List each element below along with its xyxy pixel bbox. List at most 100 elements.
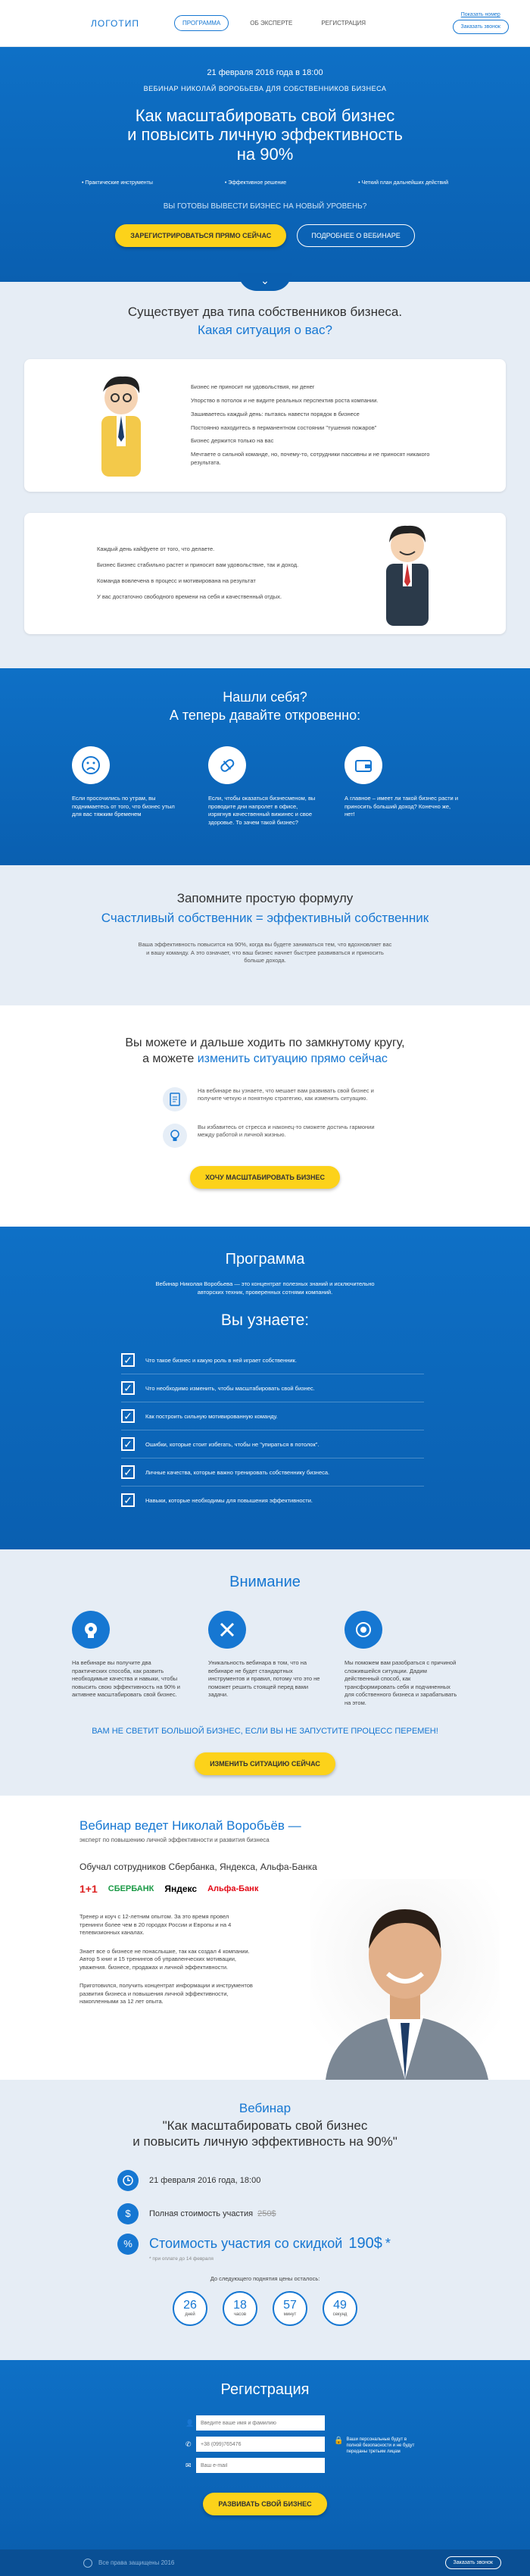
attention-warning: ВАМ НЕ СВЕТИТ БОЛЬШОЙ БИЗНЕС, ЕСЛИ ВЫ НЕ… [92,1727,438,1736]
program-item: ✓ Навыки, которые необходимы для повышени… [121,1487,424,1514]
expert-paragraph: Приготовился, получить концентрат информ… [80,1982,253,2005]
webinar-details-button[interactable]: ПОДРОБНЕЕ О ВЕБИНАРЕ [297,224,415,247]
findyourself-text: Если, чтобы оказаться бизнесменом, вы пр… [208,795,316,826]
dollar-icon: $ [117,2202,139,2224]
findyourself-text: А главное – имеет ли такой бизнес расти … [344,795,459,818]
change-situation-button[interactable]: ИЗМЕНИТЬ СИТУАЦИЮ СЕЙЧАС [195,1752,335,1775]
sad-face-icon [72,746,110,784]
expert-title: Вебинар ведет Николай Воробьёв — [80,1818,301,1833]
webinar-date: 21 февраля 2016 года, 18:00 [149,2175,261,2185]
program-item: ✓ Личные качества, которые важно трениров… [121,1458,424,1487]
show-number-link[interactable]: Показать номер [461,12,500,17]
types-subtitle: Какая ситуация о вас? [198,323,332,337]
email-input[interactable] [196,2458,325,2473]
happy-man-illustration [369,517,445,630]
attention-cta-wrap: ИЗМЕНИТЬ СИТУАЦИЮ СЕЙЧАС [0,1752,530,1775]
logo-1plus1: 1+1 [80,1883,98,1895]
footer-copyright: Все права защищены 2016 [98,2559,175,2566]
nav-registration[interactable]: РЕГИСТРАЦИЯ [313,16,373,30]
attention-item: На вебинаре вы получите два практических… [72,1611,186,1707]
circle-item-text: На вебинаре вы узнаете, что мешает вам р… [198,1086,374,1102]
circle-item: На вебинаре вы узнаете, что мешает вам р… [163,1086,375,1111]
hero-buttons: ЗАРЕГИСТРИРОВАТЬСЯ ПРЯМО СЕЙЧАС ПОДРОБНЕ… [0,224,530,247]
circle-item-text: Вы избавитесь от стресса и наконец-то см… [198,1123,375,1139]
phone-input[interactable] [196,2437,325,2452]
header: ЛОГОТИП ПРОГРАММА ОБ ЭКСПЕРТЕ РЕГИСТРАЦИ… [0,0,530,47]
expert-photo [310,1879,500,2080]
countdown-hours: 18 часов [223,2290,257,2326]
stressed-man-illustration [85,369,161,483]
footer: Все права защищены 2016 Заказать звонок [0,2549,530,2576]
program-item: ✓ Ошибки, которые стоит избегать, чтобы н… [121,1430,424,1458]
logo[interactable]: ЛОГОТИП [91,18,167,29]
program-header: Программа Вебинар Николая Воробьева — эт… [0,1251,530,1330]
hero-title-line2: и повысить личную эффективность [127,125,403,145]
privacy-note-wrap: 🔒 Ваши персональные будут в полной безоп… [334,2437,417,2473]
hero-feature: • Эффективное решение [224,180,287,186]
circle-title-line1: Вы можете и дальше ходить по замкнутому … [125,1036,405,1049]
program-section: Программа Вебинар Николая Воробьева — эт… [0,1227,530,1549]
checkbox-icon: ✓ [121,1353,135,1367]
formula-section: Запомните простую формулу Счастливый соб… [0,865,530,1005]
attention-item: Мы поможем вам разобраться с причиной сл… [344,1611,458,1707]
attention-text: Уникальность вебинара в том, что на веби… [208,1659,320,1698]
full-price: 250$ [257,2209,276,2218]
list-item: Команда вовлечена в процесс и мотивирова… [97,577,256,584]
list-item: Постоянно находитесь в перманентном сост… [191,424,377,431]
circle-title-line2: а можете изменить ситуацию прямо сейчас [142,1052,388,1065]
findyourself-item: Если просочились по утрам, вы поднимаете… [72,746,186,827]
bad-owner-list: Бизнес не приносит ни удовольствия, ни д… [191,383,441,467]
scale-business-button[interactable]: ХОЧУ МАСШТАБИРОВАТЬ БИЗНЕС [190,1165,340,1189]
list-item: У вас достаточно свободного времени на с… [97,592,282,600]
list-item: Упорство в потолок и не видите реальных … [191,396,379,404]
callback-button[interactable]: Заказать звонок [452,20,509,34]
bad-owner-card: Бизнес не приносит ни удовольствия, ни д… [24,359,506,492]
expert-paragraph: Знает все о бизнесе не понаслышке, так к… [80,1947,250,1971]
name-input[interactable] [196,2415,325,2431]
findyourself-subtitle: А теперь давайте откровенно: [169,708,361,723]
list-item: Бизнес держится только на вас [191,437,274,445]
nav-program[interactable]: ПРОГРАММА [174,15,229,31]
discount-price: 190$ [348,2235,382,2252]
webinar-title-line1: "Как масштабировать свой бизнес [162,2118,368,2133]
discount-price-row: % Стоимость участия со скидкой 190$ * [117,2233,435,2255]
countdown-label: До следующего поднятия цены осталось: [210,2274,320,2282]
nav-expert[interactable]: ОБ ЭКСПЕРТЕ [242,16,300,30]
develop-business-button[interactable]: РАЗВИВАТЬ СВОЙ БИЗНЕС [203,2493,327,2515]
logo-alfabank: Альфа-Банк [207,1884,259,1893]
wallet-icon [344,746,382,784]
countdown-seconds: 49 секунд [323,2290,357,2326]
registration-title: Регистрация [220,2381,310,2398]
list-item: Каждый день кайфуете от того, что делает… [97,546,215,553]
checkbox-icon: ✓ [121,1493,135,1507]
attention-title: Внимание [229,1574,301,1590]
percent-icon: % [117,2233,139,2255]
attention-text: Мы поможем вам разобраться с причиной сл… [344,1659,457,1706]
registration-cta-wrap: РАЗВИВАТЬ СВОЙ БИЗНЕС [0,2493,530,2515]
formula-description: Ваша эффективность повысится на 90%, ког… [138,941,392,964]
head-gear-icon [72,1611,110,1649]
list-item: Мечтаете о сильной команде, но, почему-т… [191,451,430,467]
footer-callback-button[interactable]: Заказать звонок [444,2556,501,2569]
hero-section: 21 февраля 2016 года в 18:00 ВЕБИНАР НИК… [0,47,530,291]
webinar-date-row: 21 февраля 2016 года, 18:00 [117,2169,435,2191]
hero-title-line3: на 90% [236,144,294,164]
findyourself-section: Нашли себя? А теперь давайте откровенно:… [0,668,530,865]
discount-note: * при оплате до 14 февраля [149,2256,214,2262]
register-now-button[interactable]: ЗАРЕГИСТРИРОВАТЬСЯ ПРЯМО СЕЙЧАС [115,224,287,247]
list-item: Бизнес не приносит ни удовольствия, ни д… [191,383,315,390]
checkbox-icon: ✓ [121,1437,135,1451]
privacy-note: Ваши персональные будут в полной безопас… [346,2437,415,2455]
pills-icon [208,746,246,784]
webinar-label: Вебинар [238,2101,292,2115]
list-item: Бизнес Бизнес стабильно растет и приноси… [97,561,299,569]
circle-items: На вебинаре вы узнаете, что мешает вам р… [163,1086,375,1148]
hero-date: 21 февраля 2016 года в 18:00 [207,68,323,77]
full-price-label: Полная стоимость участия [149,2209,254,2218]
good-owner-card: Каждый день кайфуете от того, что делает… [24,513,506,634]
findyourself-item: Если, чтобы оказаться бизнесменом, вы пр… [208,746,322,827]
checkbox-icon: ✓ [121,1409,135,1423]
tools-icon [208,1611,246,1649]
logo-sberbank: СБЕРБАНК [108,1884,154,1893]
discount-asterisk: * [385,2236,391,2251]
